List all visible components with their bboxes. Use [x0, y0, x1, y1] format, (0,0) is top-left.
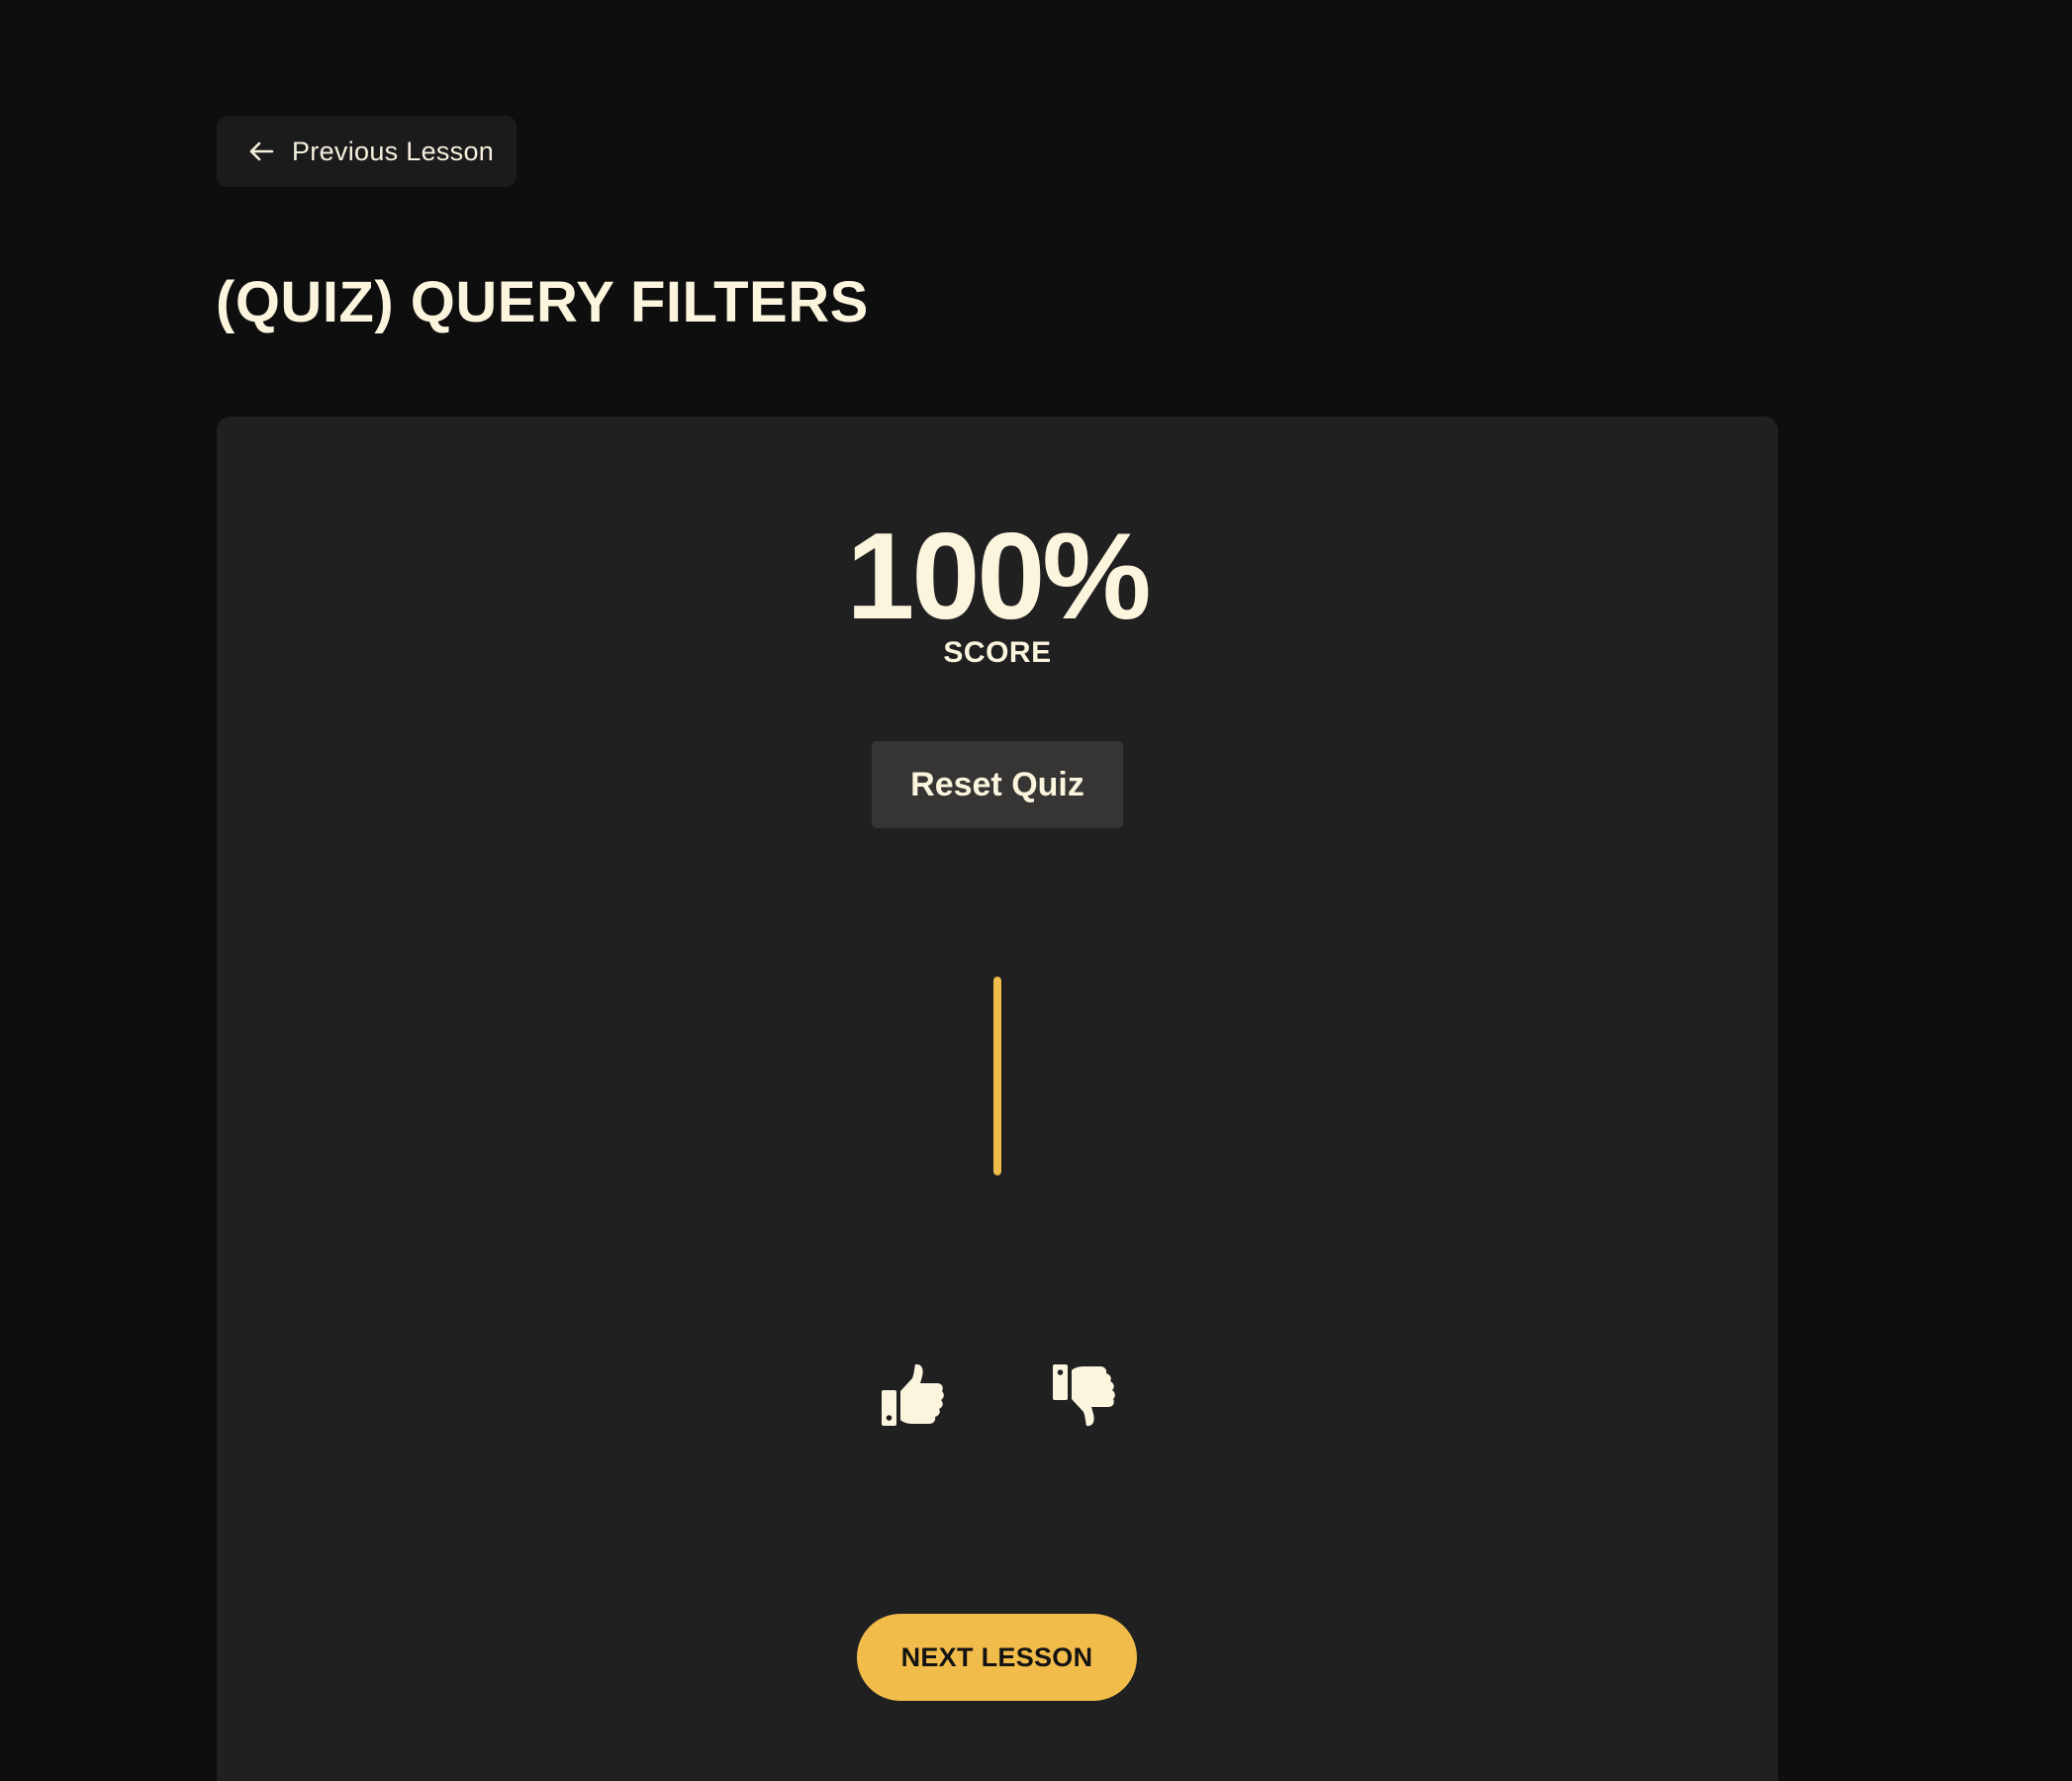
score-label: SCORE [943, 636, 1052, 669]
score-progress-bar [993, 977, 1001, 1175]
thumbs-up-button[interactable] [880, 1361, 947, 1429]
score-progress-fill [993, 977, 1001, 1175]
previous-lesson-button[interactable]: Previous Lesson [217, 116, 517, 187]
previous-lesson-label: Previous Lesson [292, 136, 495, 166]
thumbs-down-button[interactable] [1051, 1361, 1118, 1429]
quiz-result-card: 100% SCORE Reset Quiz NEXT LESSON [217, 417, 1778, 1781]
thumbs-up-icon [882, 1363, 944, 1426]
reset-quiz-button[interactable]: Reset Quiz [872, 741, 1123, 828]
thumbs-down-icon [1053, 1364, 1115, 1427]
next-lesson-button[interactable]: NEXT LESSON [857, 1614, 1137, 1701]
score-value: 100% [846, 509, 1151, 645]
lesson-page: Previous Lesson (QUIZ) QUERY FILTERS 100… [0, 0, 2072, 1781]
arrow-left-icon [248, 140, 274, 163]
page-title: (QUIZ) QUERY FILTERS [216, 270, 869, 334]
